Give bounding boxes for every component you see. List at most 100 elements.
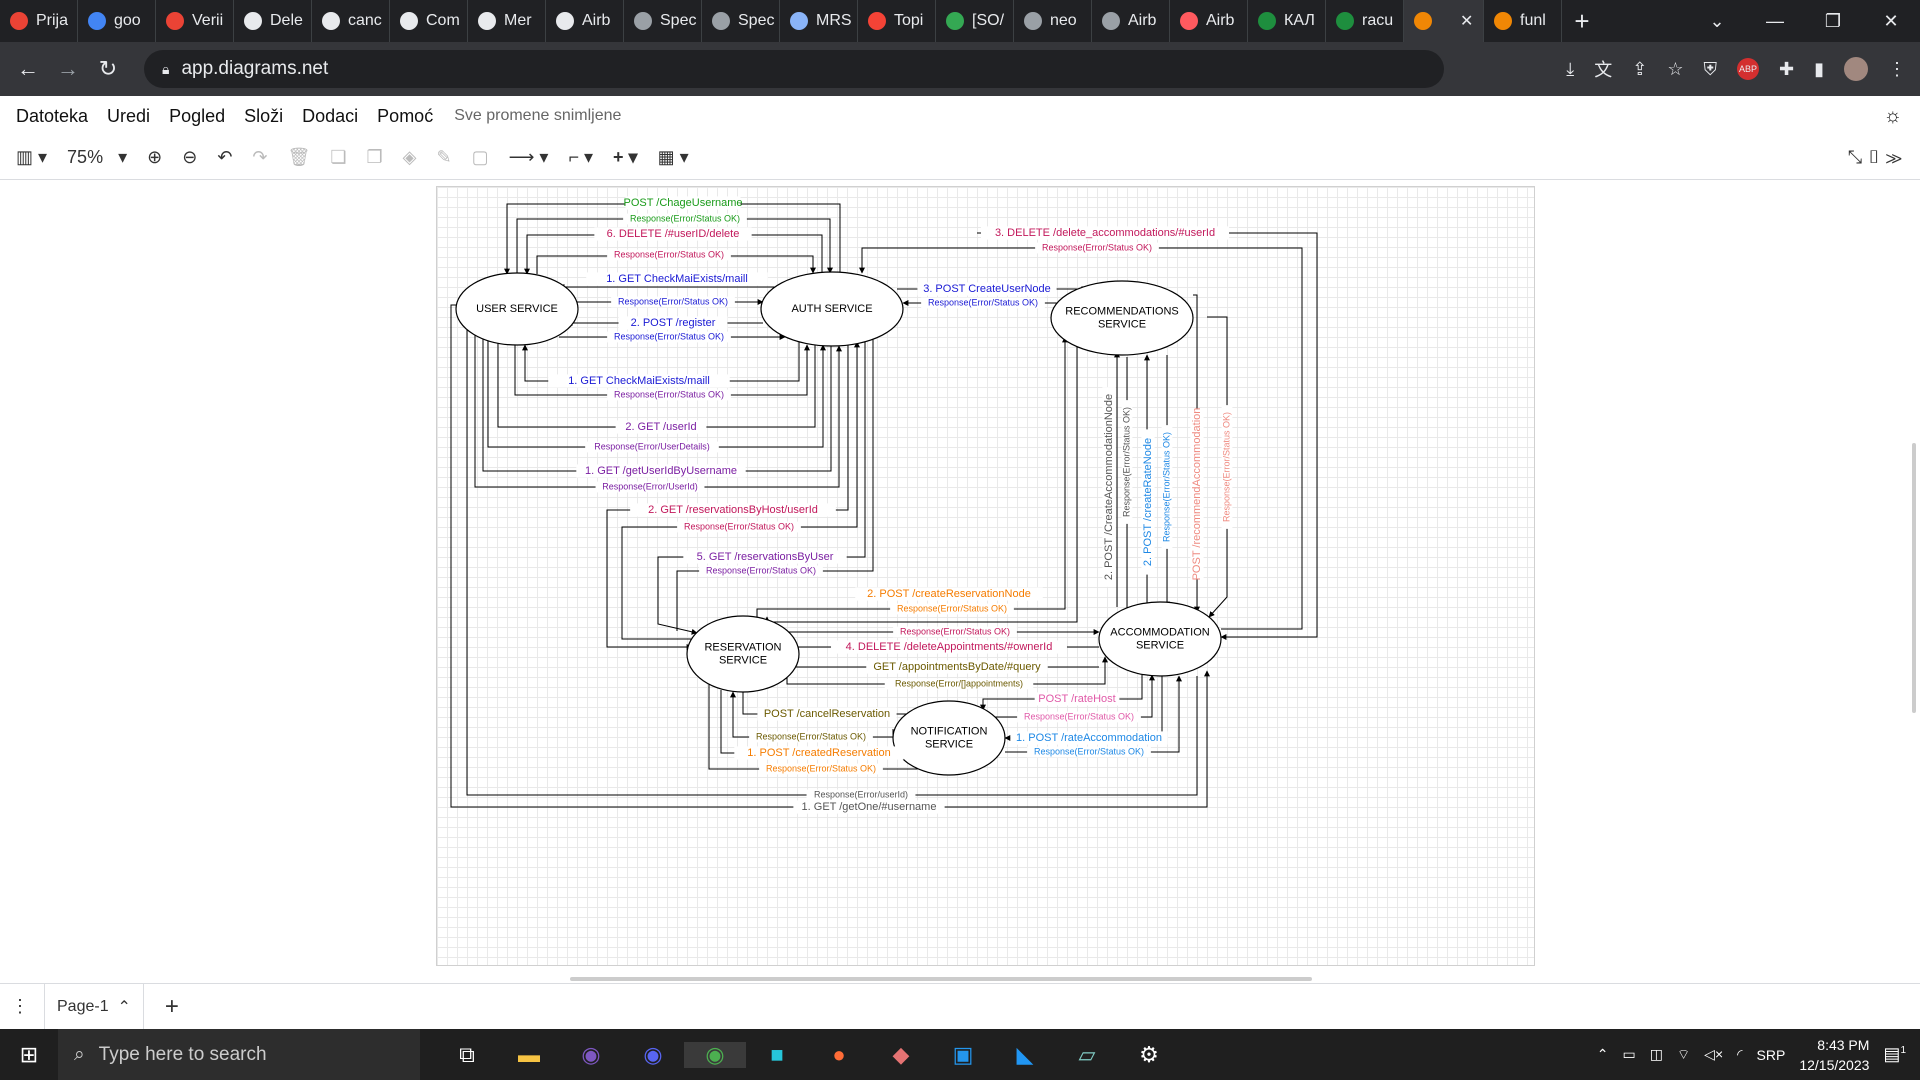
edge-label-rate-accommodation-resp[interactable]: Response(Error/Status OK) bbox=[1034, 746, 1144, 756]
redo-icon[interactable]: ↷ bbox=[252, 147, 267, 168]
line-color-icon[interactable]: ✎ bbox=[436, 147, 451, 168]
bookmark-star-icon[interactable]: ☆ bbox=[1667, 59, 1683, 80]
edge-label-check-mail-2[interactable]: 1. GET CheckMaiExists/maill bbox=[568, 375, 710, 387]
browser-tab[interactable]: Airb bbox=[1170, 0, 1248, 42]
side-panel-icon[interactable]: ▮ bbox=[1814, 59, 1824, 80]
browser-tab[interactable]: Verii bbox=[156, 0, 234, 42]
camera-icon[interactable]: ◫ bbox=[1650, 1046, 1663, 1063]
shadow-icon[interactable]: ▢ bbox=[472, 147, 489, 168]
viber-icon[interactable]: ◉ bbox=[560, 1042, 622, 1068]
wifi-icon[interactable]: ◜ bbox=[1737, 1046, 1742, 1063]
discord-icon[interactable]: ◉ bbox=[622, 1042, 684, 1068]
menu-file[interactable]: Datoteka bbox=[16, 106, 88, 127]
browser-tab[interactable]: Spec bbox=[624, 0, 702, 42]
browser-tab[interactable]: goo bbox=[78, 0, 156, 42]
edge-label-delete-accommodations-resp[interactable]: Response(Error/Status OK) bbox=[1042, 242, 1152, 252]
edge-label-rate-host[interactable]: POST /rateHost bbox=[1038, 693, 1115, 705]
browser-menu-icon[interactable]: ⋮ bbox=[1888, 59, 1906, 80]
edge-label-create-user-node[interactable]: 3. POST CreateUserNode bbox=[923, 283, 1051, 295]
file-explorer-icon[interactable]: ▬ bbox=[498, 1042, 560, 1068]
network-icon[interactable]: ⌔ bbox=[1677, 1046, 1690, 1064]
task-view-icon[interactable]: ⧉ bbox=[436, 1042, 498, 1068]
edge-label-delete-accommodations[interactable]: 3. DELETE /delete_accommodations/#userId bbox=[995, 227, 1215, 239]
docker-icon[interactable]: ▣ bbox=[932, 1042, 994, 1068]
start-windows-icon[interactable]: ⊞ bbox=[0, 1042, 58, 1068]
edge-label-reservations-by-user-resp[interactable]: Response(Error/Status OK) bbox=[706, 565, 816, 575]
edge-label-check-mail-1-resp[interactable]: Response(Error/Status OK) bbox=[618, 296, 728, 306]
postman-icon[interactable]: ● bbox=[808, 1042, 870, 1068]
browser-tab[interactable]: КАЛ bbox=[1248, 0, 1326, 42]
language-indicator[interactable]: SRP bbox=[1757, 1047, 1786, 1063]
format-panel-icon[interactable]: ▥ ▾ bbox=[16, 147, 47, 168]
zoom-in-icon[interactable]: ⊕ bbox=[147, 147, 162, 168]
to-back-icon[interactable]: ❐ bbox=[367, 147, 383, 168]
add-page-button[interactable]: + bbox=[152, 993, 192, 1021]
back-icon[interactable]: ← bbox=[8, 56, 48, 82]
edge-label-get-userid-by-username-resp[interactable]: Response(Error/UserId) bbox=[602, 481, 698, 491]
edge-label-created-reservation-resp[interactable]: Response(Error/Status OK) bbox=[766, 763, 876, 773]
menu-arrange[interactable]: Složi bbox=[244, 106, 283, 127]
new-tab-button[interactable]: + bbox=[1562, 6, 1602, 37]
chrome-icon[interactable]: ◉ bbox=[684, 1041, 746, 1068]
edge-label-appointments-by-date-resp[interactable]: Response(Error/[]appointments) bbox=[895, 678, 1023, 688]
tab-search-icon[interactable]: ⌄ bbox=[1688, 11, 1746, 32]
browser-tab[interactable]: funl bbox=[1484, 0, 1562, 42]
menu-view[interactable]: Pogled bbox=[169, 106, 225, 127]
edge-label-recommend-accommodation-resp[interactable]: Response(Error/Status OK) bbox=[1221, 412, 1231, 522]
browser-tab[interactable]: Airb bbox=[1092, 0, 1170, 42]
git-kraken-icon[interactable]: ◆ bbox=[870, 1042, 932, 1068]
connection-style-icon[interactable]: ⟶ ▾ bbox=[509, 147, 549, 168]
browser-tab[interactable]: Prija bbox=[0, 0, 78, 42]
edge-label-get-one-resp[interactable]: Response(Error/userId) bbox=[814, 789, 908, 799]
taskbar-search[interactable]: ⌕ Type here to search bbox=[58, 1029, 420, 1080]
browser-tab[interactable]: [SO/ bbox=[936, 0, 1014, 42]
edge-label-get-one[interactable]: 1. GET /getOne/#username bbox=[802, 801, 937, 813]
delete-icon[interactable]: 🗑︎ bbox=[288, 147, 311, 168]
profile-avatar[interactable] bbox=[1844, 57, 1868, 81]
url-bar[interactable]: 🔒︎ app.diagrams.net bbox=[144, 50, 1444, 88]
menu-help[interactable]: Pomoć bbox=[377, 106, 433, 127]
goland-icon[interactable]: ■ bbox=[746, 1042, 808, 1068]
edge-label-res-acc-resp[interactable]: Response(Error/Status OK) bbox=[900, 626, 1010, 636]
edge-label-created-reservation[interactable]: 1. POST /createdReservation bbox=[747, 747, 890, 759]
notepad-icon[interactable]: ▱ bbox=[1056, 1042, 1118, 1068]
edge-label-create-accommodation-node-resp[interactable]: Response(Error/Status OK) bbox=[1121, 407, 1131, 517]
edge-label-create-rate-node-resp[interactable]: Response(Error/Status OK) bbox=[1161, 432, 1171, 542]
table-icon[interactable]: ▦ ▾ bbox=[658, 147, 689, 168]
close-tab-icon[interactable]: ✕ bbox=[1460, 11, 1473, 31]
browser-tab[interactable]: neo bbox=[1014, 0, 1092, 42]
forward-icon[interactable]: → bbox=[48, 56, 88, 82]
browser-tab[interactable]: Airb bbox=[546, 0, 624, 42]
edge-label-reservations-by-user[interactable]: 5. GET /reservationsByUser bbox=[697, 551, 834, 563]
battery-icon[interactable]: ▭ bbox=[1623, 1046, 1636, 1063]
horizontal-scrollbar[interactable] bbox=[570, 977, 1312, 981]
to-front-icon[interactable]: ❏ bbox=[330, 147, 346, 168]
adblock-icon[interactable]: ABP bbox=[1737, 58, 1759, 80]
minimize-button[interactable]: — bbox=[1746, 11, 1804, 32]
browser-tab[interactable]: MRS bbox=[780, 0, 858, 42]
waypoints-icon[interactable]: ⌐ ▾ bbox=[568, 147, 593, 168]
edge-label-reservations-by-host[interactable]: 2. GET /reservationsByHost/userId bbox=[648, 504, 818, 516]
edge-label-create-reservation-node[interactable]: 2. POST /createReservationNode bbox=[867, 588, 1031, 600]
browser-tab[interactable]: Com bbox=[390, 0, 468, 42]
share-icon[interactable]: ⇪ bbox=[1632, 59, 1647, 80]
edge-label-register-resp[interactable]: Response(Error/Status OK) bbox=[614, 331, 724, 341]
page-tab[interactable]: Page-1 ⌃ bbox=[44, 983, 144, 1030]
edge-label-check-mail-1[interactable]: 1. GET CheckMaiExists/maill bbox=[606, 273, 748, 285]
edge-label-get-userid[interactable]: 2. GET /userId bbox=[625, 421, 696, 433]
clock[interactable]: 8:43 PM 12/15/2023 bbox=[1799, 1035, 1869, 1075]
edge-label-chage-username[interactable]: POST /ChageUsername bbox=[623, 197, 742, 209]
extensions-puzzle-icon[interactable]: ✚ bbox=[1779, 59, 1794, 80]
zoom-out-icon[interactable]: ⊖ bbox=[182, 147, 197, 168]
tray-chevron-icon[interactable]: ⌃ bbox=[1597, 1046, 1609, 1063]
menu-edit[interactable]: Uredi bbox=[107, 106, 150, 127]
pages-menu-icon[interactable]: ⋮ bbox=[0, 996, 40, 1017]
edge-label-get-userid-by-username[interactable]: 1. GET /getUserIdByUsername bbox=[585, 465, 737, 477]
edge-label-register[interactable]: 2. POST /register bbox=[631, 317, 716, 329]
restore-button[interactable]: ❐ bbox=[1804, 11, 1862, 32]
vscode-icon[interactable]: ◣ bbox=[994, 1042, 1056, 1068]
edge-label-get-userid-resp[interactable]: Response(Error/UserDetails) bbox=[594, 441, 710, 451]
notification-icon[interactable]: ▤1 bbox=[1883, 1044, 1906, 1065]
vertical-scrollbar[interactable] bbox=[1912, 443, 1916, 713]
edge-label-create-reservation-node-resp[interactable]: Response(Error/Status OK) bbox=[897, 603, 1007, 613]
